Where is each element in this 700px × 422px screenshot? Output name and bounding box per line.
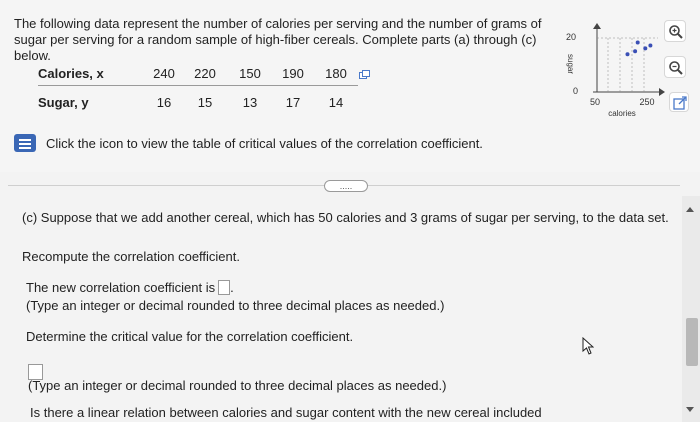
scatter-plot[interactable]: 20 0 50 250 calories sugar (560, 14, 670, 124)
new-r-suffix: . (230, 280, 234, 295)
format-hint: (Type an integer or decimal rounded to t… (28, 378, 447, 393)
chart-x-axis-label: calories (608, 109, 636, 118)
hint-text: Click the icon to view the table of crit… (46, 135, 483, 151)
zoom-in-button[interactable] (664, 20, 686, 42)
zoom-out-icon (669, 61, 683, 75)
part-c-prompt: (c) Suppose that we add another cereal, … (22, 210, 669, 225)
chart-x-tick: 50 (590, 97, 600, 107)
scrollbar-thumb[interactable] (686, 318, 698, 366)
table-y-value: 14 (328, 95, 344, 110)
chart-point (635, 40, 640, 45)
table-y-value: 17 (285, 95, 301, 110)
recompute-instruction: Recompute the correlation coefficient. (22, 249, 240, 264)
popout-button[interactable] (669, 92, 689, 112)
zoom-out-button[interactable] (664, 56, 686, 78)
format-hint: (Type an integer or decimal rounded to t… (26, 298, 445, 313)
chart-y-arrow (593, 23, 601, 29)
linear-relation-question: Is there a linear relation between calor… (30, 405, 542, 420)
scrollbar[interactable] (682, 196, 700, 422)
scroll-up-arrow[interactable] (686, 207, 694, 212)
problem-panel: The following data represent the number … (0, 0, 700, 172)
table-x-value: 190 (282, 66, 304, 81)
chart-point (633, 49, 638, 54)
new-r-input[interactable] (218, 280, 231, 295)
chart-x-tick: 250 (639, 97, 654, 107)
new-r-label: The new correlation coefficient is (26, 280, 216, 295)
new-r-line: The new correlation coefficient is. (26, 280, 234, 295)
popout-icon (673, 96, 687, 110)
chart-y-axis-label: sugar (566, 54, 575, 74)
copy-icon[interactable] (359, 70, 370, 79)
chart-point (648, 43, 653, 48)
table-x-value: 150 (239, 66, 261, 81)
critical-values-hint[interactable]: Click the icon to view the table of crit… (14, 134, 483, 152)
table-y-value: 16 (156, 95, 172, 110)
table-icon[interactable] (14, 134, 36, 152)
chart-y-tick: 20 (566, 32, 576, 42)
table-y-label: Sugar, y (38, 95, 89, 110)
chart-x-arrow (659, 88, 665, 96)
chart-point (625, 52, 630, 57)
mouse-cursor-icon (582, 337, 594, 355)
table-x-value: 220 (194, 66, 216, 81)
chart-y-tick: 0 (573, 86, 578, 96)
table-y-value: 15 (197, 95, 213, 110)
table-x-value: 180 (325, 66, 347, 81)
problem-intro: The following data represent the number … (14, 16, 542, 63)
table-divider (38, 85, 358, 86)
table-x-label: Calories, x (38, 66, 104, 81)
zoom-in-icon (669, 25, 683, 39)
critical-value-prompt: Determine the critical value for the cor… (26, 329, 354, 344)
expand-button[interactable]: ..... (324, 180, 368, 192)
table-x-value: 240 (153, 66, 175, 81)
chart-points (625, 40, 653, 57)
chart-point (643, 46, 648, 51)
table-y-value: 13 (242, 95, 258, 110)
scroll-down-arrow[interactable] (686, 407, 694, 412)
